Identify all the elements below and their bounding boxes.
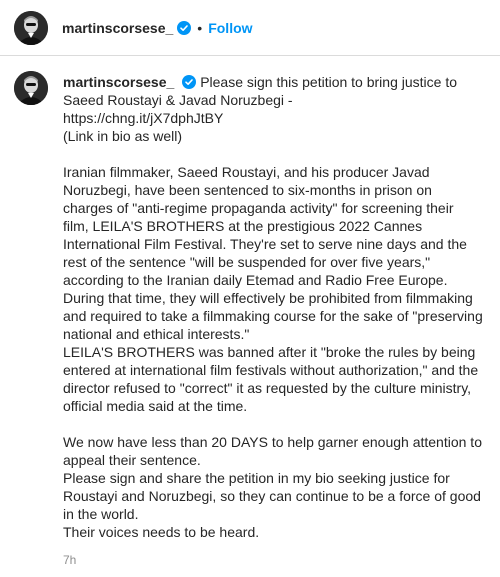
petition-link[interactable]: https://chng.it/jX7dphJtBY	[63, 109, 483, 127]
caption-paragraph: LEILA'S BROTHERS was banned after it "br…	[63, 344, 479, 414]
caption-paragraph: Iranian filmmaker, Saeed Roustayi, and h…	[63, 164, 483, 342]
post-caption-section: martinscorsese_ Please sign this petitio…	[0, 57, 500, 577]
separator-dot: •	[197, 20, 203, 36]
username-link[interactable]: martinscorsese_	[62, 20, 173, 36]
verified-badge-icon	[177, 21, 192, 35]
caption-line: (Link in bio as well)	[63, 128, 183, 144]
caption-paragraph: Their voices needs to be heard.	[63, 524, 260, 540]
post-header: martinscorsese_ • Follow	[0, 0, 500, 56]
caption-paragraph: Please sign and share the petition in my…	[63, 470, 481, 522]
caption: martinscorsese_ Please sign this petitio…	[63, 73, 483, 541]
follow-button[interactable]: Follow	[208, 20, 252, 36]
post-timestamp[interactable]: 7h	[63, 553, 76, 567]
caption-paragraph: We now have less than 20 DAYS to help ga…	[63, 434, 482, 468]
caption-first-paragraph: martinscorsese_ Please sign this petitio…	[63, 73, 483, 109]
profile-photo-icon	[14, 11, 48, 45]
avatar[interactable]	[14, 11, 48, 45]
caption-username-link[interactable]: martinscorsese_	[63, 74, 174, 90]
profile-photo-icon	[14, 71, 48, 105]
verified-badge-icon	[182, 75, 197, 89]
avatar[interactable]	[14, 71, 48, 105]
header-username-row: martinscorsese_ • Follow	[62, 18, 253, 38]
